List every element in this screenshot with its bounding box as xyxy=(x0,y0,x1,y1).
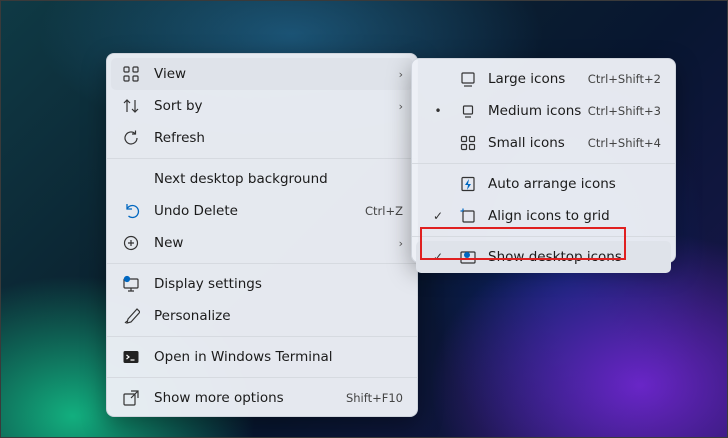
menu-item-show-more-options[interactable]: Show more options Shift+F10 xyxy=(111,382,413,414)
brush-icon xyxy=(121,306,141,326)
menu-item-label: Display settings xyxy=(154,276,262,292)
menu-item-label: View xyxy=(154,66,187,82)
submenu-item-large-icons[interactable]: Large icons Ctrl+Shift+2 xyxy=(416,63,671,95)
medium-icons-icon xyxy=(458,101,478,121)
sort-icon xyxy=(121,96,141,116)
menu-item-label: Large icons xyxy=(488,71,566,87)
menu-item-refresh[interactable]: Refresh xyxy=(111,122,413,154)
submenu-item-show-desktop-icons[interactable]: ✓ Show desktop icons xyxy=(416,241,671,273)
submenu-item-align-to-grid[interactable]: ✓ Align icons to grid xyxy=(416,200,671,232)
blank-icon xyxy=(121,169,141,189)
menu-separator xyxy=(412,163,675,164)
undo-icon xyxy=(121,201,141,221)
bullet-icon: • xyxy=(434,104,442,118)
desktop-context-menu: View › Sort by › Refresh Next desktop ba… xyxy=(106,53,418,417)
menu-separator xyxy=(107,263,417,264)
shortcut-text: Ctrl+Shift+3 xyxy=(587,104,661,118)
auto-arrange-icon xyxy=(458,174,478,194)
menu-separator xyxy=(107,336,417,337)
menu-separator xyxy=(412,236,675,237)
show-desktop-icons-icon xyxy=(458,247,478,267)
menu-item-view[interactable]: View › xyxy=(111,58,413,90)
submenu-item-small-icons[interactable]: Small icons Ctrl+Shift+4 xyxy=(416,127,671,159)
menu-item-label: Align icons to grid xyxy=(488,208,610,224)
menu-item-label: New xyxy=(154,235,184,251)
submenu-item-auto-arrange[interactable]: Auto arrange icons xyxy=(416,168,671,200)
submenu-item-medium-icons[interactable]: • Medium icons Ctrl+Shift+3 xyxy=(416,95,671,127)
menu-item-label: Sort by xyxy=(154,98,203,114)
menu-item-label: Show more options xyxy=(154,390,284,406)
menu-item-label: Refresh xyxy=(154,130,205,146)
menu-item-label: Next desktop background xyxy=(154,171,328,187)
chevron-right-icon: › xyxy=(398,67,403,81)
small-icons-icon xyxy=(458,133,478,153)
external-window-icon xyxy=(121,388,141,408)
view-submenu: Large icons Ctrl+Shift+2 • Medium icons … xyxy=(411,58,676,273)
large-icons-icon xyxy=(458,69,478,89)
plus-circle-icon xyxy=(121,233,141,253)
menu-item-label: Personalize xyxy=(154,308,231,324)
display-settings-icon xyxy=(121,274,141,294)
menu-item-new[interactable]: New › xyxy=(111,227,413,259)
check-icon: ✓ xyxy=(432,209,444,223)
check-icon: ✓ xyxy=(432,250,444,264)
refresh-icon xyxy=(121,128,141,148)
chevron-right-icon: › xyxy=(398,236,403,250)
menu-item-label: Medium icons xyxy=(488,103,582,119)
menu-item-label: Show desktop icons xyxy=(488,249,622,265)
menu-item-sort-by[interactable]: Sort by › xyxy=(111,90,413,122)
menu-item-next-desktop-background[interactable]: Next desktop background xyxy=(111,163,413,195)
menu-item-personalize[interactable]: Personalize xyxy=(111,300,413,332)
menu-item-open-in-terminal[interactable]: Open in Windows Terminal xyxy=(111,341,413,373)
menu-item-label: Open in Windows Terminal xyxy=(154,349,333,365)
menu-item-undo-delete[interactable]: Undo Delete Ctrl+Z xyxy=(111,195,413,227)
chevron-right-icon: › xyxy=(398,99,403,113)
align-grid-icon xyxy=(458,206,478,226)
menu-separator xyxy=(107,158,417,159)
menu-item-label: Auto arrange icons xyxy=(488,176,616,192)
menu-item-label: Undo Delete xyxy=(154,203,238,219)
terminal-icon xyxy=(121,347,141,367)
menu-item-display-settings[interactable]: Display settings xyxy=(111,268,413,300)
shortcut-text: Ctrl+Shift+4 xyxy=(587,136,661,150)
shortcut-text: Shift+F10 xyxy=(345,391,403,405)
menu-item-label: Small icons xyxy=(488,135,565,151)
menu-separator xyxy=(107,377,417,378)
grid-icon xyxy=(121,64,141,84)
shortcut-text: Ctrl+Z xyxy=(365,204,403,218)
shortcut-text: Ctrl+Shift+2 xyxy=(587,72,661,86)
